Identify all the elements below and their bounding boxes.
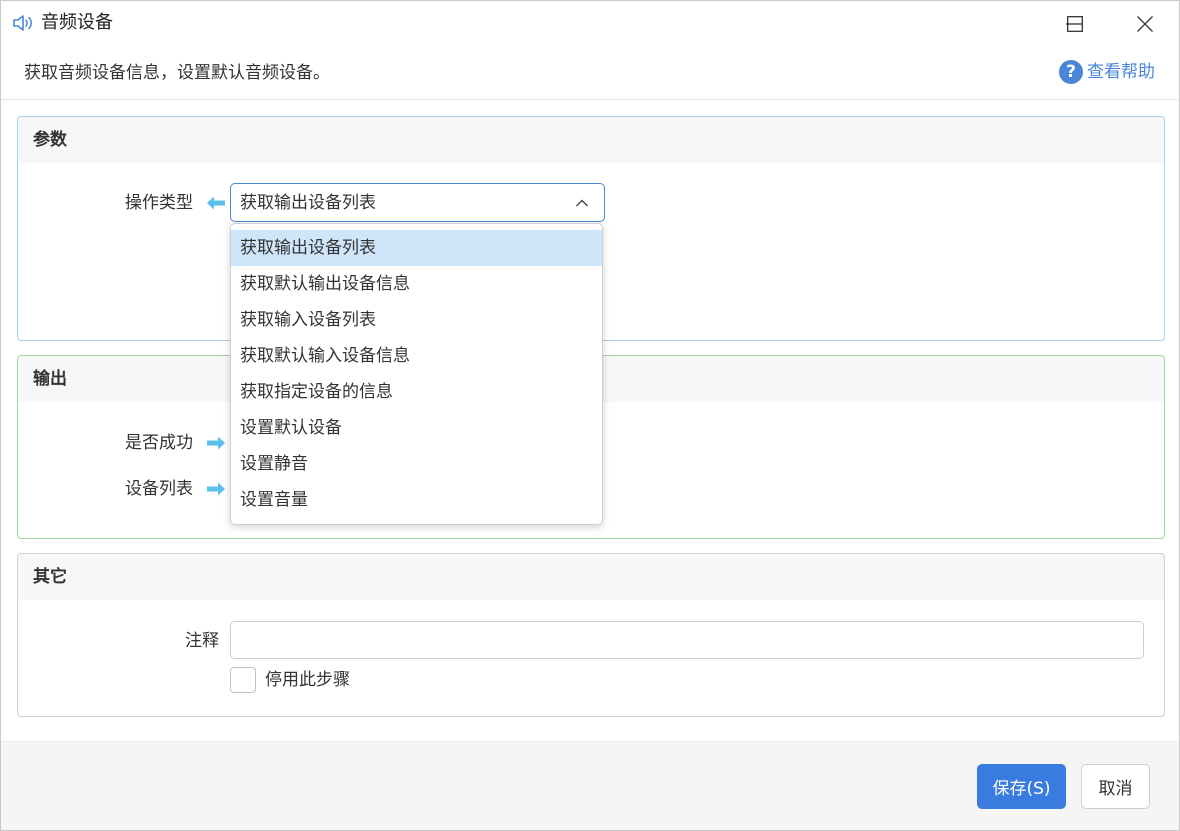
output-arrow-icon (207, 482, 225, 496)
close-button[interactable] (1112, 1, 1178, 47)
cancel-button[interactable]: 取消 (1081, 764, 1150, 809)
save-button[interactable]: 保存(S) (977, 764, 1066, 809)
dropdown-option[interactable]: 获取默认输出设备信息 (231, 266, 602, 302)
operation-type-value: 获取输出设备列表 (240, 193, 376, 213)
success-label: 是否成功 (125, 433, 193, 453)
other-panel: 其它 注释 停用此步骤 (17, 553, 1165, 717)
help-icon: ? (1059, 60, 1083, 84)
operation-type-select[interactable]: 获取输出设备列表 (230, 183, 605, 222)
window-title: 音频设备 (41, 12, 113, 33)
speaker-icon (13, 15, 32, 31)
help-link[interactable]: ? 查看帮助 (1059, 60, 1155, 84)
other-panel-title: 其它 (18, 554, 1164, 600)
dropdown-option[interactable]: 设置音量 (231, 482, 602, 518)
output-arrow-icon (207, 436, 225, 450)
close-icon (1137, 16, 1153, 32)
comment-input[interactable] (230, 621, 1144, 659)
operation-type-dropdown: 获取输出设备列表 获取默认输出设备信息 获取输入设备列表 获取默认输入设备信息 … (230, 223, 603, 525)
dropdown-option[interactable]: 获取输出设备列表 (231, 230, 602, 266)
title-bar: 音频设备 (1, 1, 1179, 47)
dropdown-option[interactable]: 设置默认设备 (231, 410, 602, 446)
help-label: 查看帮助 (1087, 62, 1155, 82)
dropdown-option[interactable]: 获取默认输入设备信息 (231, 338, 602, 374)
comment-label: 注释 (185, 631, 219, 651)
maximize-button[interactable] (1042, 1, 1108, 47)
device-list-label: 设备列表 (125, 479, 193, 499)
maximize-icon (1067, 16, 1083, 32)
chevron-up-icon (576, 199, 588, 207)
disable-step-label[interactable]: 停用此步骤 (265, 668, 350, 692)
input-arrow-icon (207, 196, 225, 210)
header-divider (1, 99, 1179, 100)
dropdown-option[interactable]: 获取输入设备列表 (231, 302, 602, 338)
audio-device-dialog: 音频设备 获取音频设备信息，设置默认音频设备。 ? 查看帮助 参数 操作类型 获… (0, 0, 1180, 831)
operation-type-label: 操作类型 (125, 193, 193, 213)
disable-step-checkbox[interactable] (230, 667, 256, 693)
dialog-description: 获取音频设备信息，设置默认音频设备。 (24, 63, 330, 83)
dialog-footer: 保存(S) 取消 (1, 741, 1179, 830)
dropdown-option[interactable]: 获取指定设备的信息 (231, 374, 602, 410)
params-panel-title: 参数 (18, 117, 1164, 163)
dropdown-option[interactable]: 设置静音 (231, 446, 602, 482)
